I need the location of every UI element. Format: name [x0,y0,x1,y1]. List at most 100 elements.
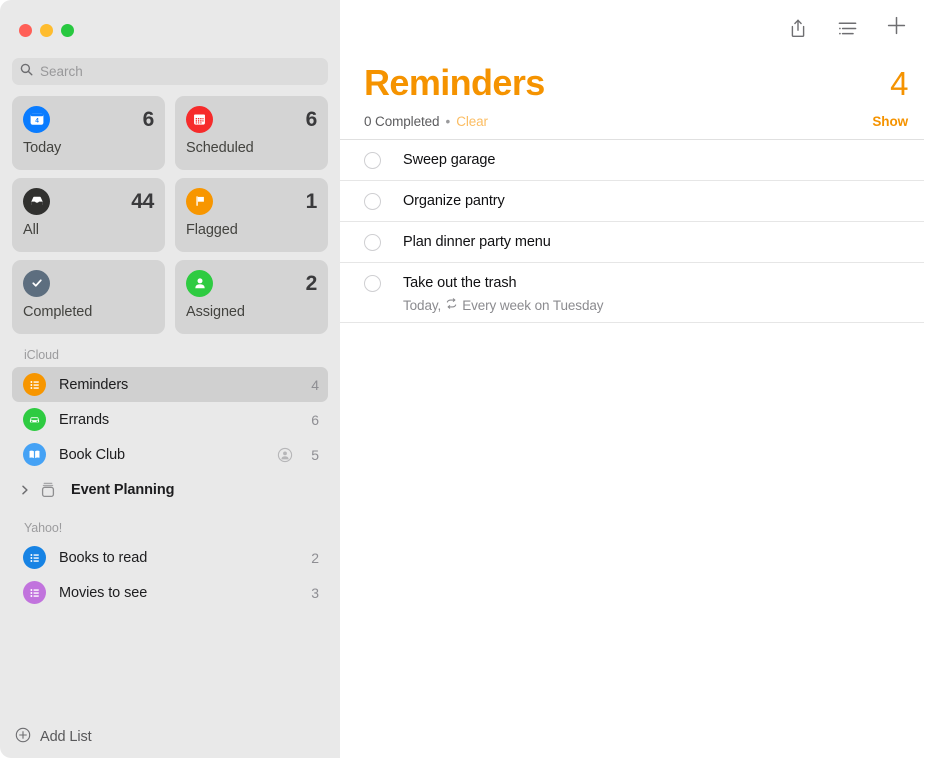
sidebar-item-count: 6 [311,412,319,428]
sidebar-item-label: Movies to see [59,585,303,601]
main-content: Reminders 4 0 Completed • Clear Show Swe… [340,0,934,758]
sidebar-item-count: 5 [311,447,319,463]
separator-dot: • [445,114,450,129]
reminder-title: Sweep garage [403,151,924,170]
page-title: Reminders [364,62,545,103]
repeat-icon [445,297,458,313]
page-title-count: 4 [890,65,908,103]
smart-list-count: 6 [143,109,154,130]
smart-list-label: Assigned [186,304,317,320]
clear-button[interactable]: Clear [456,114,488,129]
reminder-row[interactable]: Take out the trash Today, Every week on … [340,262,924,323]
reminder-content: Organize pantry [403,181,924,220]
chevron-right-icon[interactable] [14,484,36,496]
smart-list-assigned[interactable]: 2 Assigned [175,260,328,334]
smart-list-count: 44 [131,191,154,212]
smart-list-count: 2 [306,273,317,294]
checkmark-icon [23,270,50,297]
reminder-checkbox[interactable] [364,234,381,251]
smart-list-flagged[interactable]: 1 Flagged [175,178,328,252]
minimize-button[interactable] [40,24,53,37]
toolbar [340,0,934,56]
add-reminder-button[interactable] [883,15,909,41]
list-sort-icon[interactable] [834,15,860,41]
smart-list-today[interactable]: 4 6 Today [12,96,165,170]
reminder-checkbox[interactable] [364,275,381,292]
section-header-icloud: iCloud [0,344,340,367]
smart-list-all[interactable]: 44 All [12,178,165,252]
reminder-checkbox[interactable] [364,193,381,210]
search-field[interactable] [12,58,328,85]
share-icon[interactable] [785,15,811,41]
add-list-button[interactable]: Add List [0,716,340,758]
flag-icon [186,188,213,215]
reminder-subtitle: Today, Every week on Tuesday [403,297,924,313]
smart-list-label: Scheduled [186,140,317,156]
sidebar-group-label: Event Planning [71,482,319,498]
zoom-button[interactable] [61,24,74,37]
person-icon [186,270,213,297]
search-input[interactable] [40,64,320,79]
sidebar-item-book-club[interactable]: Book Club 5 [12,437,328,472]
sidebar-item-reminders[interactable]: Reminders 4 [12,367,328,402]
show-completed-button[interactable]: Show [872,114,908,129]
sidebar-item-count: 3 [311,585,319,601]
sidebar-item-label: Errands [59,412,303,428]
sidebar-item-label: Reminders [59,377,303,393]
section-header-yahoo: Yahoo! [0,507,340,540]
reminders-list: Sweep garage Organize pantry Plan dinner… [340,139,934,323]
smart-list-scheduled[interactable]: 6 Scheduled [175,96,328,170]
reminder-checkbox[interactable] [364,152,381,169]
reminder-content: Take out the trash Today, Every week on … [403,263,924,322]
search-container [0,56,340,85]
plus-icon [886,15,907,41]
smart-list-label: Completed [23,304,154,320]
reminder-title: Organize pantry [403,192,924,211]
calendar-icon [186,106,213,133]
smart-list-count: 6 [306,109,317,130]
completed-bar: 0 Completed • Clear Show [340,103,934,129]
group-folder-icon [36,478,59,501]
smart-lists-grid: 4 6 Today [0,85,340,334]
reminder-row[interactable]: Sweep garage [340,139,924,180]
sidebar-group-event-planning[interactable]: Event Planning [12,472,328,507]
reminder-content: Sweep garage [403,140,924,179]
reminder-due-date: Today, [403,298,441,313]
list-bullet-icon [23,373,46,396]
window-controls [0,0,340,56]
book-icon [23,443,46,466]
reminder-content: Plan dinner party menu [403,222,924,261]
reminders-window: 4 6 Today [0,0,934,758]
sidebar-item-movies-to-see[interactable]: Movies to see 3 [12,575,328,610]
reminder-recurrence: Every week on Tuesday [462,298,603,313]
sidebar-item-books-to-read[interactable]: Books to read 2 [12,540,328,575]
smart-list-count: 1 [306,191,317,212]
list-bullet-icon [23,546,46,569]
sidebar-item-count: 2 [311,550,319,566]
smart-list-completed[interactable]: Completed [12,260,165,334]
calendar-today-icon: 4 [23,106,50,133]
completed-info: 0 Completed • Clear [364,114,488,129]
reminder-title: Take out the trash [403,274,924,293]
reminder-title: Plan dinner party menu [403,233,924,252]
sidebar-item-label: Books to read [59,550,303,566]
plus-circle-icon [15,727,31,748]
inbox-tray-icon [23,188,50,215]
svg-text:4: 4 [35,118,39,125]
car-icon [23,408,46,431]
list-header: Reminders 4 [340,56,934,103]
sidebar: 4 6 Today [0,0,340,758]
smart-list-label: Today [23,140,154,156]
reminder-row[interactable]: Organize pantry [340,180,924,221]
reminder-row[interactable]: Plan dinner party menu [340,221,924,262]
add-list-label: Add List [40,729,92,745]
completed-count-label: 0 Completed [364,114,439,129]
search-icon [20,63,33,81]
sidebar-lists: iCloud Reminders 4 [0,334,340,716]
smart-list-label: Flagged [186,222,317,238]
shared-list-icon [277,447,293,463]
close-button[interactable] [19,24,32,37]
sidebar-item-errands[interactable]: Errands 6 [12,402,328,437]
list-bullet-icon [23,581,46,604]
sidebar-item-label: Book Club [59,447,277,463]
